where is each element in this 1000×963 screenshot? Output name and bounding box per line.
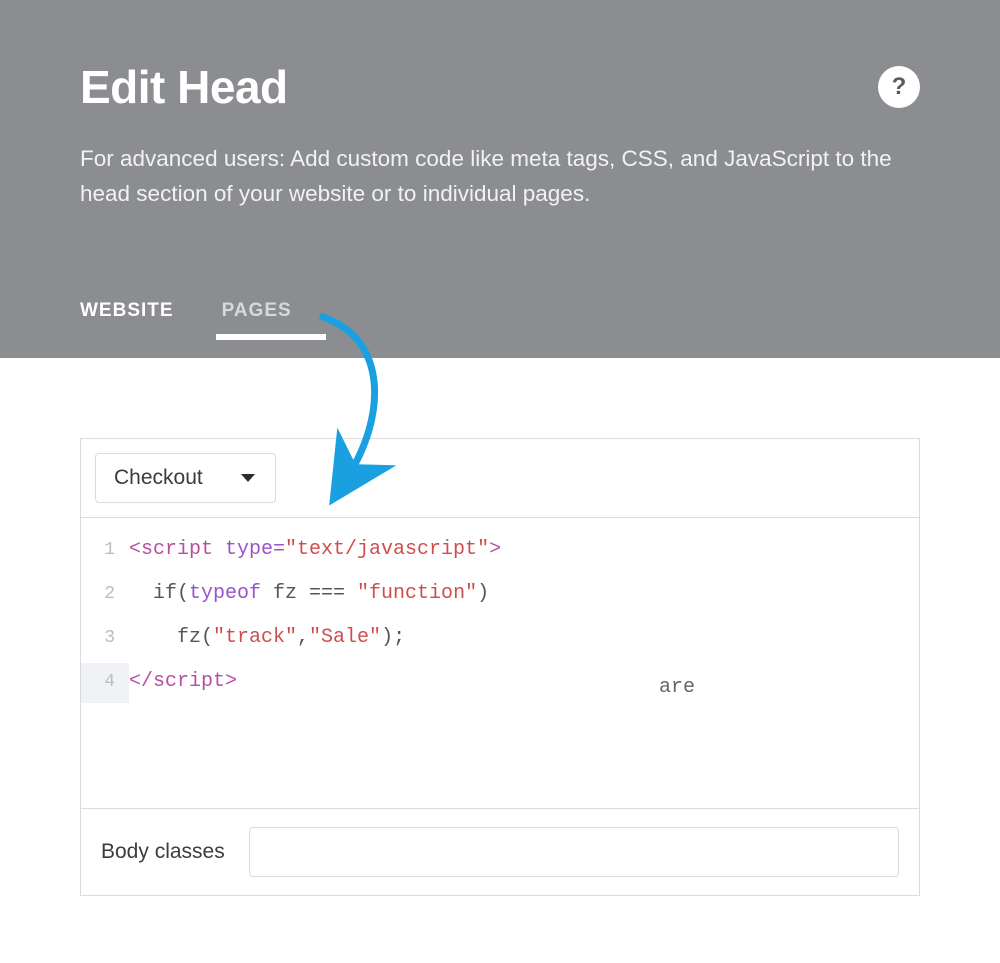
code-token: fz === <box>261 582 357 605</box>
code-token: type= <box>213 538 285 561</box>
stray-text: are <box>659 666 695 710</box>
code-token: "text/javascript" <box>285 538 489 561</box>
page-title: Edit Head <box>80 60 288 114</box>
code-token: if( <box>129 582 189 605</box>
help-icon[interactable]: ? <box>878 66 920 108</box>
code-token: > <box>489 538 501 561</box>
page-select-value: Checkout <box>114 466 203 490</box>
code-line: 4 </script> <box>81 660 919 704</box>
page-subtitle: For advanced users: Add custom code like… <box>80 142 920 212</box>
code-editor[interactable]: 1 <script type="text/javascript"> 2 if(t… <box>81 518 919 808</box>
line-number: 2 <box>81 575 129 615</box>
code-line: 2 if(typeof fz === "function") <box>81 572 919 616</box>
code-token: , <box>297 626 309 649</box>
body-classes-label: Body classes <box>101 840 225 864</box>
header: Edit Head ? For advanced users: Add cust… <box>0 0 1000 358</box>
body-classes-input[interactable] <box>249 827 899 877</box>
tab-pages[interactable]: PAGES <box>222 300 326 358</box>
chevron-down-icon <box>241 474 255 482</box>
tabs: WEBSITE PAGES <box>80 300 326 358</box>
line-number: 1 <box>81 531 129 571</box>
code-token: ) <box>477 582 489 605</box>
code-token: fz( <box>129 626 213 649</box>
title-row: Edit Head ? <box>80 60 920 114</box>
code-token: </script> <box>129 670 237 693</box>
content-area: Checkout 1 <script type="text/javascript… <box>0 358 1000 896</box>
code-token: ); <box>381 626 405 649</box>
code-line: 3 fz("track","Sale"); <box>81 616 919 660</box>
tab-website[interactable]: WEBSITE <box>80 300 174 358</box>
code-token: typeof <box>189 582 261 605</box>
code-token: "Sale" <box>309 626 381 649</box>
line-number: 4 <box>81 663 129 703</box>
page-select-row: Checkout <box>81 439 919 518</box>
body-classes-row: Body classes <box>81 808 919 895</box>
code-token: <script <box>129 538 213 561</box>
code-line: 1 <script type="text/javascript"> <box>81 528 919 572</box>
code-token: "track" <box>213 626 297 649</box>
editor-panel: Checkout 1 <script type="text/javascript… <box>80 438 920 896</box>
line-number: 3 <box>81 619 129 659</box>
page-select[interactable]: Checkout <box>95 453 276 503</box>
code-token: "function" <box>357 582 477 605</box>
